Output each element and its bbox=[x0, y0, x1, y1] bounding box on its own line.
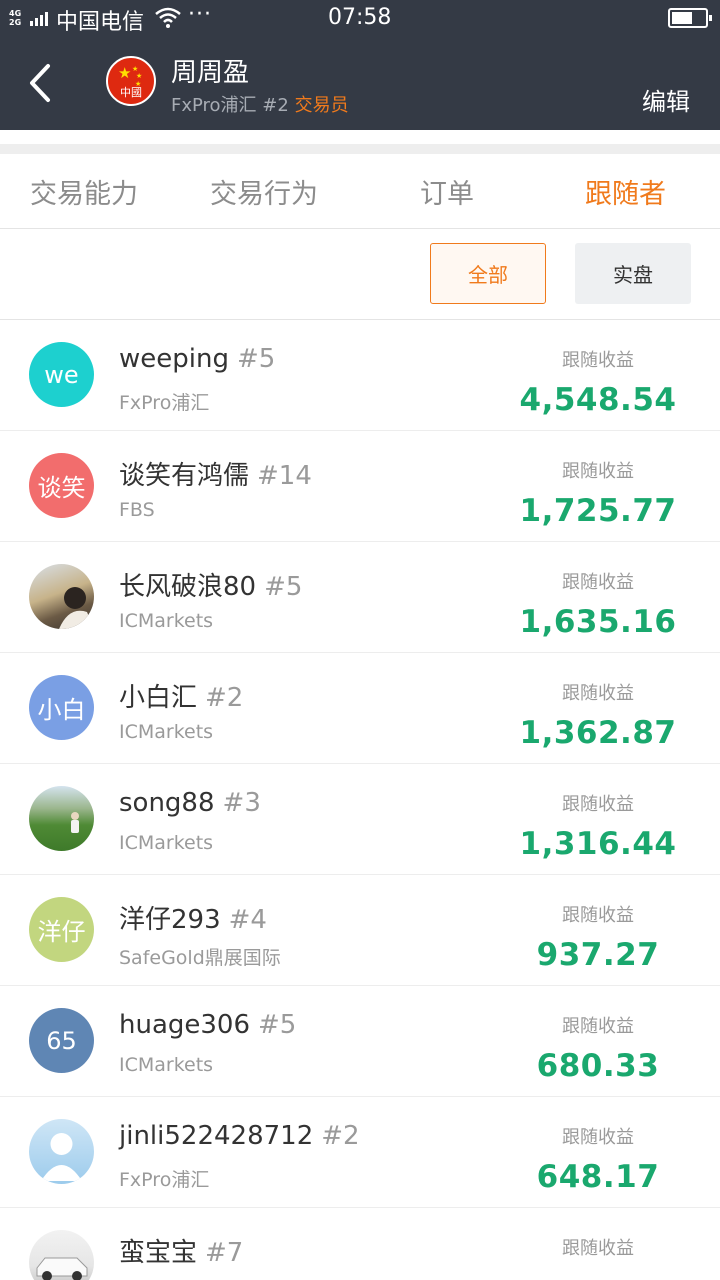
profit-label: 跟随收益 bbox=[562, 905, 634, 926]
wifi-icon bbox=[155, 7, 181, 28]
avatar: we bbox=[29, 342, 94, 407]
profit-value: 680.33 bbox=[536, 1048, 660, 1084]
profit-label: 跟随收益 bbox=[562, 1238, 634, 1259]
trader-rank: #2 bbox=[262, 95, 289, 116]
follower-rank: #4 bbox=[228, 905, 267, 935]
trader-name: 周周盈 bbox=[171, 58, 250, 88]
follower-name: 洋仔293 #4 bbox=[119, 905, 267, 935]
filter-real-button[interactable]: 实盘 bbox=[575, 243, 691, 304]
trader-subtitle: FxPro浦汇 #2 交易员 bbox=[171, 91, 349, 117]
follower-broker: FBS bbox=[119, 499, 155, 521]
profit-label: 跟随收益 bbox=[562, 572, 634, 593]
avatar: 洋仔 bbox=[29, 897, 94, 962]
list-item[interactable]: 谈笑 谈笑有鸿儒 #14 FBS 跟随收益 1,725.77 bbox=[0, 431, 720, 542]
follower-name: 蛮宝宝 #7 bbox=[119, 1238, 244, 1268]
profit-value: 648.17 bbox=[536, 1159, 660, 1195]
profit-label: 跟随收益 bbox=[562, 1016, 634, 1037]
tab-followers[interactable]: 跟随者 bbox=[585, 172, 666, 211]
tab-bar: 交易能力 交易行为 订单 跟随者 bbox=[0, 154, 720, 229]
follower-rank: #5 bbox=[236, 344, 276, 374]
follower-name: 小白汇 #2 bbox=[119, 683, 244, 713]
carrier-name: 中国电信 bbox=[56, 10, 145, 35]
follower-name: song88 #3 bbox=[119, 788, 261, 818]
list-item[interactable]: 小白 小白汇 #2 ICMarkets 跟随收益 1,362.87 bbox=[0, 653, 720, 764]
battery-icon bbox=[668, 8, 712, 28]
follower-name: jinli522428712 #2 bbox=[119, 1121, 360, 1151]
follower-name: weeping #5 bbox=[119, 344, 276, 374]
profit-value: 1,362.87 bbox=[519, 715, 677, 751]
profit-label: 跟随收益 bbox=[562, 461, 634, 482]
profit-label: 跟随收益 bbox=[562, 1127, 634, 1148]
follower-broker: ICMarkets bbox=[119, 610, 214, 632]
follower-rank: #2 bbox=[205, 683, 244, 713]
list-item[interactable]: 长风破浪80 #5 ICMarkets 跟随收益 1,635.16 bbox=[0, 542, 720, 653]
follower-broker: FxPro浦汇 bbox=[119, 1169, 210, 1191]
section-divider bbox=[0, 144, 720, 154]
follower-rank: #3 bbox=[222, 788, 261, 818]
profit-value: 937.27 bbox=[536, 937, 660, 973]
follower-broker: ICMarkets bbox=[119, 832, 214, 854]
network-type: 4G 2G bbox=[9, 9, 22, 27]
list-item[interactable]: 65 huage306 #5 ICMarkets 跟随收益 680.33 bbox=[0, 986, 720, 1097]
follower-name: 谈笑有鸿儒 #14 bbox=[119, 461, 312, 491]
more-dots-icon: ··· bbox=[188, 2, 212, 27]
list-item[interactable]: jinli522428712 #2 FxPro浦汇 跟随收益 648.17 bbox=[0, 1097, 720, 1208]
follower-list: we weeping #5 FxPro浦汇 跟随收益 4,548.54 谈笑 谈笑… bbox=[0, 320, 720, 1280]
profit-value: 1,316.44 bbox=[519, 826, 677, 862]
follower-broker: FxPro浦汇 bbox=[119, 392, 210, 414]
list-item[interactable]: song88 #3 ICMarkets 跟随收益 1,316.44 bbox=[0, 764, 720, 875]
follower-rank: #7 bbox=[205, 1238, 244, 1268]
follower-broker: ICMarkets bbox=[119, 1054, 214, 1076]
profit-label: 跟随收益 bbox=[562, 350, 634, 371]
list-item[interactable]: 洋仔 洋仔293 #4 SafeGold鼎展国际 跟随收益 937.27 bbox=[0, 875, 720, 986]
follower-rank: #2 bbox=[321, 1121, 360, 1151]
profit-value: 1,725.77 bbox=[519, 493, 677, 529]
filter-bar: 全部 实盘 bbox=[0, 229, 720, 320]
edit-button[interactable]: 编辑 bbox=[642, 82, 690, 117]
follower-name: huage306 #5 bbox=[119, 1010, 297, 1040]
profit-value: 1,635.16 bbox=[519, 604, 677, 640]
avatar: 谈笑 bbox=[29, 453, 94, 518]
follower-name: 长风破浪80 #5 bbox=[119, 572, 303, 602]
avatar-photo bbox=[29, 564, 94, 629]
filter-all-button[interactable]: 全部 bbox=[430, 243, 546, 304]
follower-broker: ICMarkets bbox=[119, 721, 214, 743]
list-item[interactable]: we weeping #5 FxPro浦汇 跟随收益 4,548.54 bbox=[0, 320, 720, 431]
follower-rank: #14 bbox=[257, 461, 312, 491]
profit-label: 跟随收益 bbox=[562, 683, 634, 704]
clock: 07:58 bbox=[328, 5, 392, 30]
trader-role: 交易员 bbox=[294, 95, 349, 116]
signal-icon bbox=[30, 10, 50, 26]
trader-broker: FxPro浦汇 bbox=[171, 95, 257, 116]
follower-rank: #5 bbox=[258, 1010, 297, 1040]
profit-label: 跟随收益 bbox=[562, 794, 634, 815]
list-item[interactable]: 蛮宝宝 #7 跟随收益 bbox=[0, 1208, 720, 1280]
follower-rank: #5 bbox=[264, 572, 303, 602]
status-bar: 4G 2G 中国电信 ··· 07:58 bbox=[0, 0, 720, 36]
avatar: 65 bbox=[29, 1008, 94, 1073]
profit-value: 4,548.54 bbox=[519, 382, 677, 418]
avatar: 小白 bbox=[29, 675, 94, 740]
flag-label: 中國 bbox=[120, 86, 142, 99]
tab-orders[interactable]: 订单 bbox=[420, 172, 474, 211]
tab-trading-ability[interactable]: 交易能力 bbox=[30, 172, 138, 211]
follower-broker: SafeGold鼎展国际 bbox=[119, 947, 281, 969]
avatar-photo bbox=[29, 786, 94, 851]
tab-trading-behavior[interactable]: 交易行为 bbox=[210, 172, 318, 211]
back-arrow-icon[interactable] bbox=[18, 58, 62, 108]
profile-header: ★ ★ ★ ★ 中國 周周盈 FxPro浦汇 #2 交易员 编辑 bbox=[0, 36, 720, 130]
avatar-photo bbox=[29, 1230, 94, 1280]
china-flag-avatar: ★ ★ ★ ★ 中國 bbox=[106, 56, 156, 106]
default-user-icon bbox=[29, 1119, 94, 1184]
